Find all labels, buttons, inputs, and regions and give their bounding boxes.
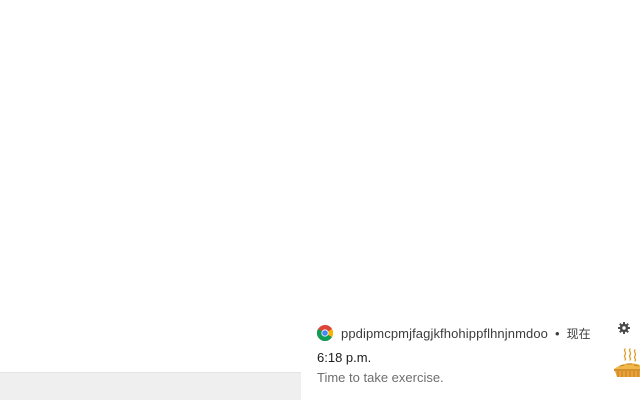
- notification-header: ppdipmcpmjfagjkfhohippflhnjnmdoo • 现在: [317, 324, 591, 342]
- notification-app-name: ppdipmcpmjfagjkfhohippflhnjnmdoo: [341, 325, 548, 341]
- chrome-icon: [317, 325, 341, 341]
- header-separator: •: [555, 325, 560, 341]
- notification-time: 现在: [566, 326, 591, 341]
- notification-title: 6:18 p.m.: [317, 350, 372, 365]
- notification-toast[interactable]: ppdipmcpmjfagjkfhohippflhnjnmdoo • 现在 6:…: [301, 313, 640, 400]
- desktop-background: ppdipmcpmjfagjkfhohippflhnjnmdoo • 现在 6:…: [0, 0, 640, 400]
- gear-icon: [618, 322, 630, 334]
- notification-body: Time to take exercise.: [317, 370, 444, 385]
- taskbar-strip: [0, 372, 301, 400]
- hot-pie-icon: [612, 347, 640, 381]
- notification-settings-button[interactable]: [618, 322, 630, 334]
